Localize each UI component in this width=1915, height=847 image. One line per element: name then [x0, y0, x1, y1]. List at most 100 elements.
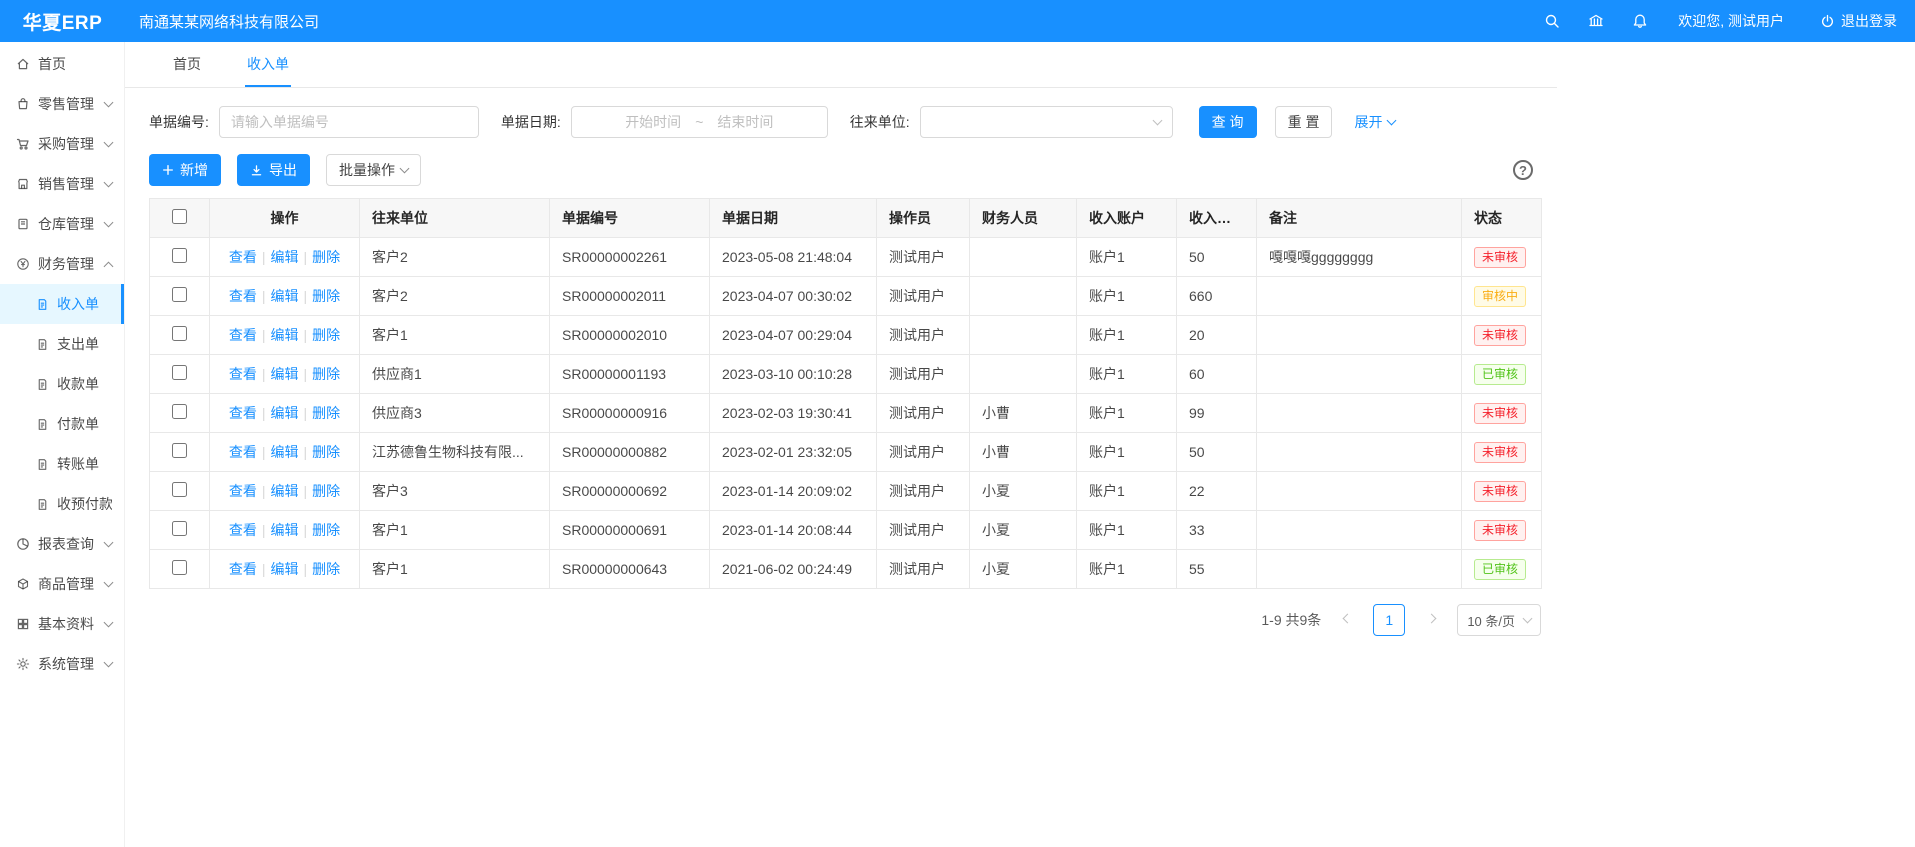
- view-link[interactable]: 查看: [229, 288, 257, 304]
- delete-link[interactable]: 删除: [312, 444, 340, 460]
- row-checkbox[interactable]: [172, 560, 187, 575]
- delete-link[interactable]: 删除: [312, 327, 340, 343]
- delete-link[interactable]: 删除: [312, 561, 340, 577]
- action-separator: |: [262, 327, 266, 343]
- chevron-down-icon: [104, 538, 114, 548]
- sidebar-item-prepaid[interactable]: 收预付款: [0, 484, 124, 524]
- sidebar-item-expense[interactable]: 支出单: [0, 324, 124, 364]
- tab-home[interactable]: 首页: [171, 42, 203, 87]
- row-checkbox[interactable]: [172, 287, 187, 302]
- filter-bar: 单据编号: 单据日期: 开始时间 ~ 结束时间 往来单位: 查 询 重 置: [149, 106, 1533, 138]
- bank-icon[interactable]: [1588, 13, 1604, 29]
- view-link[interactable]: 查看: [229, 522, 257, 538]
- cell-amount: 55: [1177, 550, 1257, 589]
- logout-label: 退出登录: [1841, 11, 1897, 31]
- edit-link[interactable]: 编辑: [271, 522, 299, 538]
- export-button[interactable]: 导出: [237, 154, 310, 186]
- cell-account: 账户1: [1077, 472, 1177, 511]
- cell-account: 账户1: [1077, 394, 1177, 433]
- edit-link[interactable]: 编辑: [271, 366, 299, 382]
- view-link[interactable]: 查看: [229, 327, 257, 343]
- view-link[interactable]: 查看: [229, 249, 257, 265]
- app-logo[interactable]: 华夏ERP: [0, 8, 125, 35]
- row-checkbox[interactable]: [172, 326, 187, 341]
- sidebar-item-transfer[interactable]: 转账单: [0, 444, 124, 484]
- cell-finance: 小夏: [970, 511, 1077, 550]
- batch-operations-button[interactable]: 批量操作: [326, 154, 421, 186]
- sidebar-item-warehouse[interactable]: 仓库管理: [0, 204, 124, 244]
- page-number-button[interactable]: 1: [1373, 604, 1405, 636]
- partner-select[interactable]: [920, 106, 1173, 138]
- cell-account: 账户1: [1077, 316, 1177, 355]
- row-checkbox[interactable]: [172, 521, 187, 536]
- sidebar-item-retail[interactable]: 零售管理: [0, 84, 124, 124]
- next-page-button[interactable]: [1415, 604, 1447, 636]
- cell-doc-no: SR00000001193: [550, 355, 710, 394]
- sidebar-item-goods[interactable]: 商品管理: [0, 564, 124, 604]
- table-header-row: 操作 往来单位 单据编号 单据日期 操作员 财务人员 收入账户 收入金额 备注 …: [150, 199, 1542, 238]
- delete-link[interactable]: 删除: [312, 288, 340, 304]
- action-separator: |: [304, 327, 308, 343]
- delete-link[interactable]: 删除: [312, 366, 340, 382]
- select-all-checkbox[interactable]: [172, 209, 187, 224]
- add-button[interactable]: 新增: [149, 154, 221, 186]
- delete-link[interactable]: 删除: [312, 522, 340, 538]
- cell-remark: [1257, 355, 1462, 394]
- help-icon[interactable]: ?: [1513, 160, 1533, 180]
- view-link[interactable]: 查看: [229, 405, 257, 421]
- bell-icon[interactable]: [1632, 13, 1648, 29]
- prev-page-button[interactable]: [1331, 604, 1363, 636]
- edit-link[interactable]: 编辑: [271, 444, 299, 460]
- sidebar-item-report[interactable]: 报表查询: [0, 524, 124, 564]
- gear-icon: [16, 657, 30, 671]
- date-start-placeholder: 开始时间: [625, 112, 681, 132]
- expand-link[interactable]: 展开: [1354, 112, 1395, 132]
- edit-link[interactable]: 编辑: [271, 561, 299, 577]
- sidebar-item-receipt[interactable]: 收款单: [0, 364, 124, 404]
- doc-no-input[interactable]: [219, 106, 479, 138]
- date-range-picker[interactable]: 开始时间 ~ 结束时间: [571, 106, 828, 138]
- sidebar-item-basic[interactable]: 基本资料: [0, 604, 124, 644]
- logout-button[interactable]: 退出登录: [1820, 11, 1897, 31]
- action-separator: |: [304, 288, 308, 304]
- view-link[interactable]: 查看: [229, 444, 257, 460]
- row-checkbox[interactable]: [172, 248, 187, 263]
- sidebar-item-label: 基本资料: [38, 614, 105, 634]
- action-separator: |: [304, 249, 308, 265]
- sidebar-item-purchase[interactable]: 采购管理: [0, 124, 124, 164]
- search-button[interactable]: 查 询: [1199, 106, 1257, 138]
- document-icon: [36, 498, 49, 511]
- view-link[interactable]: 查看: [229, 561, 257, 577]
- action-separator: |: [304, 561, 308, 577]
- reset-button[interactable]: 重 置: [1275, 106, 1333, 138]
- edit-link[interactable]: 编辑: [271, 483, 299, 499]
- sidebar-item-income[interactable]: 收入单: [0, 284, 124, 324]
- view-link[interactable]: 查看: [229, 366, 257, 382]
- search-icon[interactable]: [1544, 13, 1560, 29]
- sidebar-item-sales[interactable]: 销售管理: [0, 164, 124, 204]
- row-checkbox[interactable]: [172, 443, 187, 458]
- view-link[interactable]: 查看: [229, 483, 257, 499]
- delete-link[interactable]: 删除: [312, 405, 340, 421]
- row-checkbox[interactable]: [172, 482, 187, 497]
- cell-finance: [970, 238, 1077, 277]
- col-operator: 操作员: [877, 199, 970, 238]
- cell-partner: 客户1: [360, 511, 550, 550]
- delete-link[interactable]: 删除: [312, 249, 340, 265]
- edit-link[interactable]: 编辑: [271, 327, 299, 343]
- sidebar-item-home[interactable]: 首页: [0, 44, 124, 84]
- sidebar-item-payment[interactable]: 付款单: [0, 404, 124, 444]
- edit-link[interactable]: 编辑: [271, 288, 299, 304]
- cell-doc-no: SR00000000691: [550, 511, 710, 550]
- cell-finance: 小夏: [970, 472, 1077, 511]
- sidebar-item-system[interactable]: 系统管理: [0, 644, 124, 684]
- sidebar-item-finance[interactable]: 财务管理: [0, 244, 124, 284]
- edit-link[interactable]: 编辑: [271, 249, 299, 265]
- action-separator: |: [304, 444, 308, 460]
- page-size-select[interactable]: 10 条/页: [1457, 604, 1541, 636]
- row-checkbox[interactable]: [172, 404, 187, 419]
- row-checkbox[interactable]: [172, 365, 187, 380]
- tab-income[interactable]: 收入单: [245, 42, 291, 87]
- delete-link[interactable]: 删除: [312, 483, 340, 499]
- edit-link[interactable]: 编辑: [271, 405, 299, 421]
